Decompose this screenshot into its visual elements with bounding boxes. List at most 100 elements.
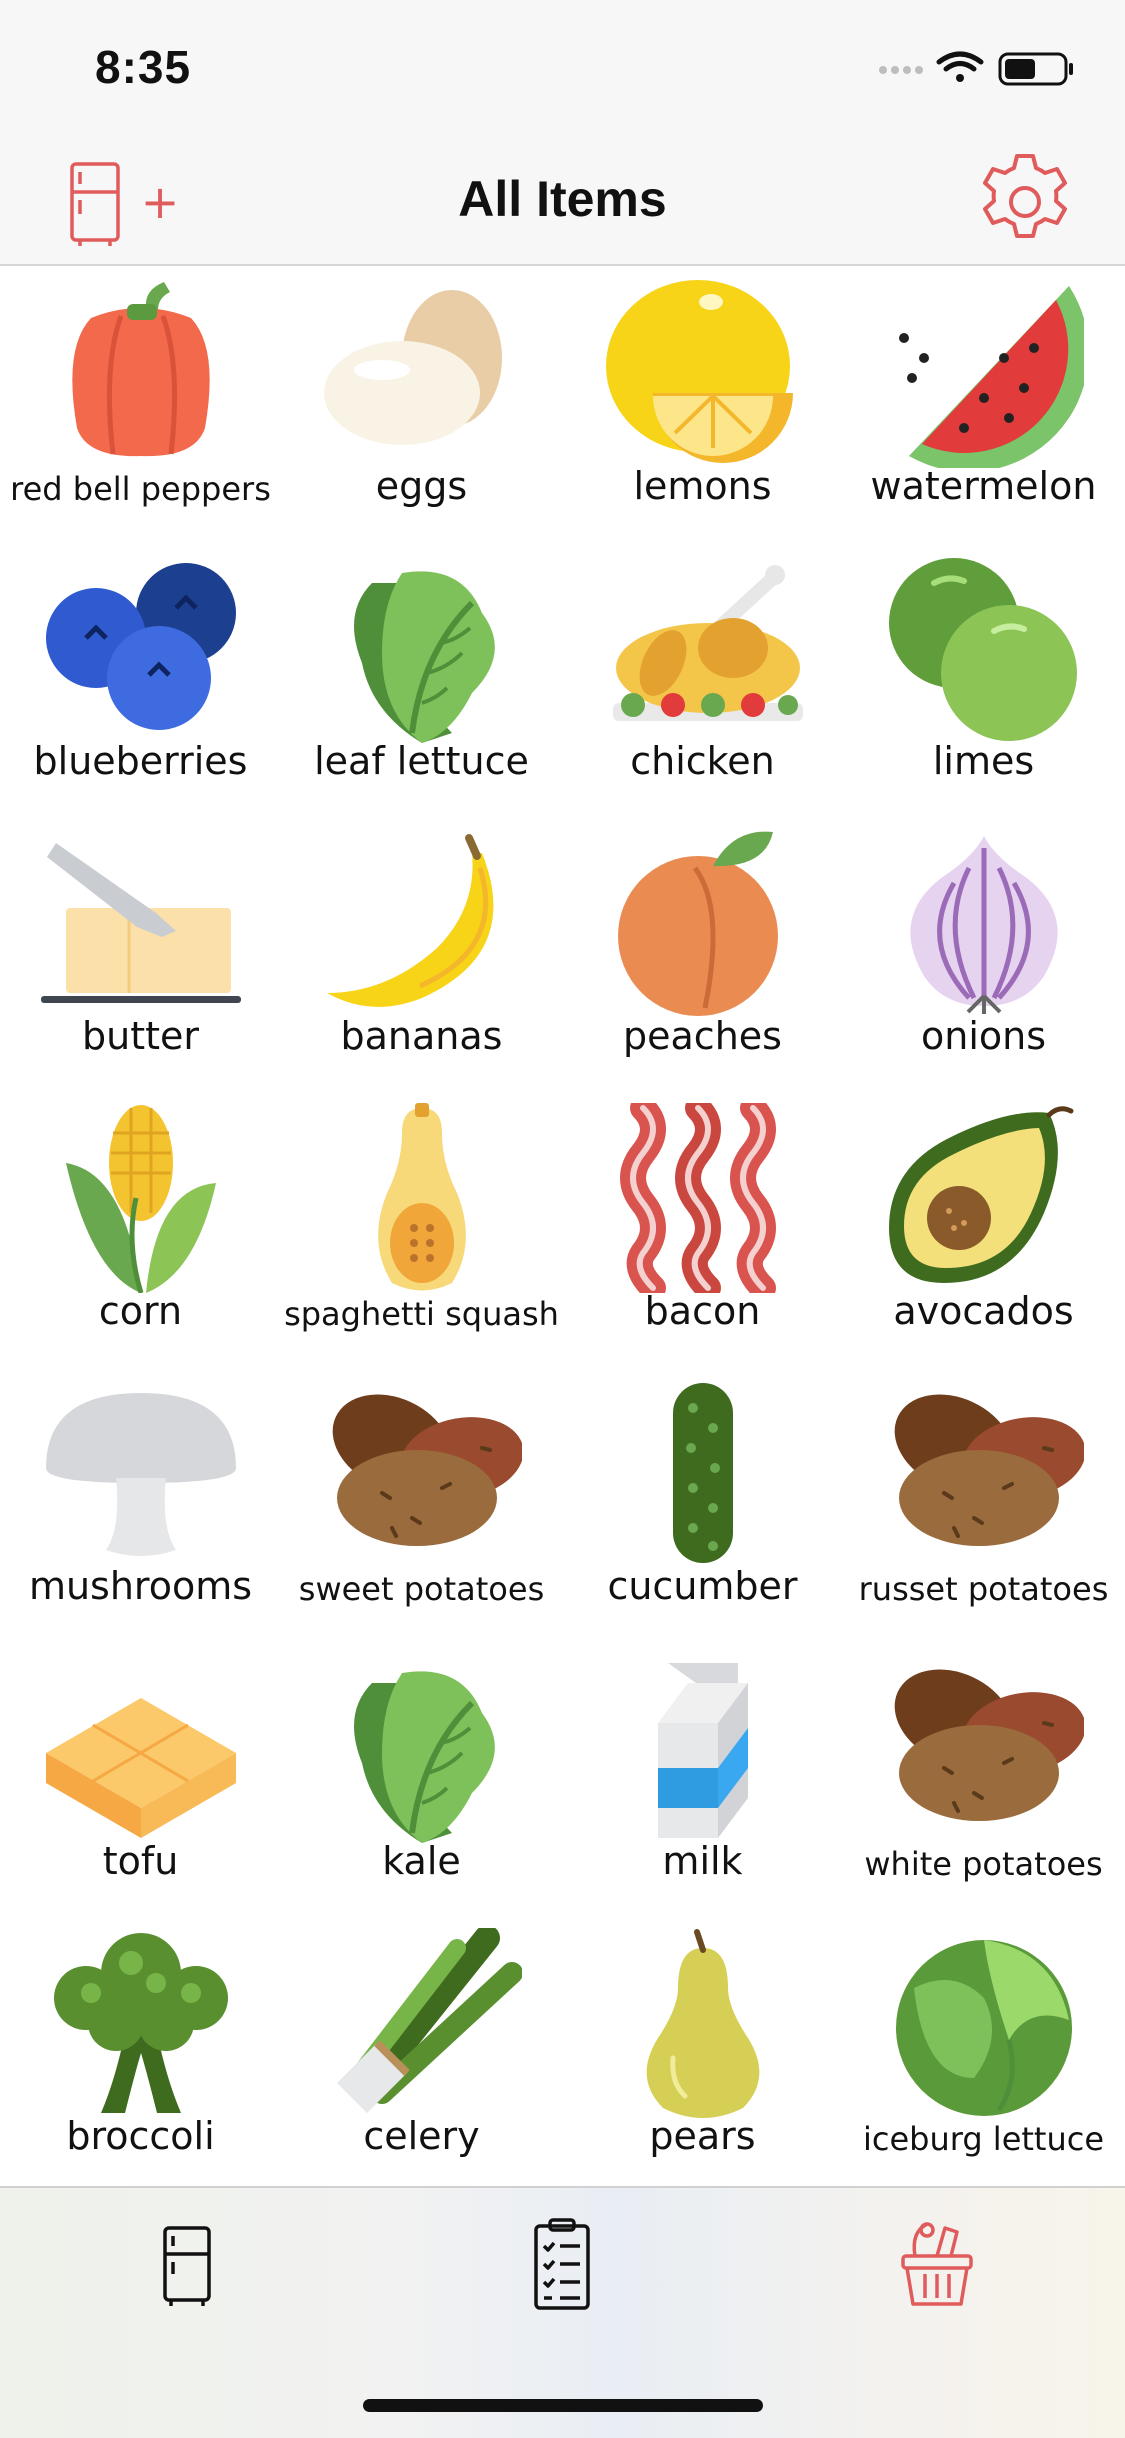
item-label: iceburg lettuce (862, 2120, 1105, 2158)
blueberries-icon (45, 563, 236, 730)
item-label: sweet potatoes (298, 1570, 545, 1608)
item-eggs[interactable]: eggs (281, 266, 562, 541)
item-peaches[interactable]: peaches (562, 816, 843, 1091)
tab-grocery-list[interactable] (502, 2208, 622, 2328)
item-russet-potatoes[interactable]: russet potatoes (843, 1366, 1124, 1641)
item-sweet-potatoes[interactable]: sweet potatoes (281, 1366, 562, 1641)
item-label: onions (920, 1014, 1047, 1058)
item-label: eggs (375, 464, 468, 508)
tofu-icon (45, 1698, 236, 1838)
item-mushrooms[interactable]: mushrooms (0, 1366, 281, 1641)
item-onions[interactable]: onions (843, 816, 1124, 1091)
corn-icon (65, 1105, 216, 1293)
item-chicken[interactable]: chicken (562, 541, 843, 816)
item-bananas[interactable]: bananas (281, 816, 562, 1091)
item-label: kale (382, 1839, 461, 1883)
item-label: limes (932, 739, 1035, 783)
pear-icon (646, 1929, 759, 2118)
cellular-signal-icon (879, 66, 923, 74)
leaf-lettuce-icon (353, 571, 495, 743)
item-iceburg-lettuce[interactable]: iceburg lettuce (843, 1916, 1124, 2191)
page-title: All Items (458, 171, 667, 227)
item-label: red bell peppers (10, 470, 271, 508)
item-label: lemons (633, 464, 772, 508)
limes-icon (888, 558, 1077, 741)
item-label: tofu (102, 1839, 179, 1883)
item-milk[interactable]: milk (562, 1641, 843, 1916)
watermelon-icon (898, 286, 1084, 468)
item-label: russet potatoes (858, 1570, 1109, 1608)
item-butter[interactable]: butter (0, 816, 281, 1091)
milk-carton-icon (657, 1663, 748, 1838)
items-grid: red bell peppers eggs lemons watermelon (0, 266, 1125, 2186)
item-limes[interactable]: limes (843, 541, 1124, 816)
settings-button[interactable] (973, 150, 1077, 254)
banana-icon (326, 834, 493, 1007)
item-kale[interactable]: kale (281, 1641, 562, 1916)
bacon-icon (619, 1103, 776, 1293)
item-watermelon[interactable]: watermelon (843, 266, 1124, 541)
item-label: celery (363, 2114, 480, 2158)
lemon-icon (605, 280, 793, 463)
chicken-icon (612, 565, 803, 721)
tab-bar (0, 2186, 1125, 2438)
white-potatoes-icon (894, 1669, 1084, 1821)
item-tofu[interactable]: tofu (0, 1641, 281, 1916)
butter-icon (40, 843, 241, 1003)
item-pears[interactable]: pears (562, 1916, 843, 2191)
item-leaf-lettuce[interactable]: leaf lettuce (281, 541, 562, 816)
item-lemons[interactable]: lemons (562, 266, 843, 541)
item-cucumber[interactable]: cucumber (562, 1366, 843, 1641)
wifi-icon (936, 51, 984, 82)
item-label: blueberries (33, 739, 248, 783)
item-label: cucumber (607, 1564, 798, 1608)
item-label: watermelon (870, 464, 1097, 508)
squash-icon (377, 1103, 466, 1291)
nav-bar: + All Items (0, 140, 1125, 266)
item-label: butter (81, 1014, 199, 1058)
bell-pepper-icon (71, 282, 210, 457)
peach-icon (617, 831, 778, 1016)
kale-icon (353, 1671, 495, 1843)
item-label: milk (662, 1839, 743, 1883)
item-avocados[interactable]: avocados (843, 1091, 1124, 1366)
item-red-bell-peppers[interactable]: red bell peppers (0, 266, 281, 541)
battery-icon (998, 52, 1073, 86)
item-label: leaf lettuce (314, 739, 529, 783)
item-label: corn (98, 1289, 183, 1333)
cucumber-icon (672, 1383, 733, 1563)
item-label: chicken (630, 739, 775, 783)
item-white-potatoes[interactable]: white potatoes (843, 1641, 1124, 1916)
mushroom-icon (45, 1393, 236, 1556)
item-label: bacon (644, 1289, 761, 1333)
item-label: bananas (340, 1014, 503, 1058)
item-broccoli[interactable]: broccoli (0, 1916, 281, 2191)
sweet-potatoes-icon (332, 1394, 522, 1546)
status-bar: 8:35 (0, 0, 1125, 140)
item-label: spaghetti squash (284, 1295, 559, 1333)
item-label: avocados (893, 1289, 1074, 1333)
checklist-icon (534, 2218, 590, 2310)
item-label: peaches (623, 1014, 782, 1058)
tab-fridge[interactable] (127, 2208, 247, 2328)
item-corn[interactable]: corn (0, 1091, 281, 1366)
gear-icon (983, 154, 1067, 238)
status-icons (879, 51, 1073, 86)
eggs-icon (323, 290, 502, 445)
broccoli-icon (53, 1933, 228, 2113)
russet-potatoes-icon (894, 1394, 1084, 1546)
fridge-icon (163, 2226, 211, 2306)
item-bacon[interactable]: bacon (562, 1091, 843, 1366)
item-label: broccoli (66, 2114, 215, 2158)
tab-all-items[interactable] (877, 2208, 997, 2328)
item-label: mushrooms (28, 1564, 253, 1608)
item-blueberries[interactable]: blueberries (0, 541, 281, 816)
basket-icon (901, 2222, 973, 2306)
avocado-icon (888, 1106, 1073, 1283)
item-label: pears (649, 2114, 756, 2158)
home-indicator (363, 2399, 763, 2412)
onion-icon (909, 836, 1058, 1014)
item-spaghetti-squash[interactable]: spaghetti squash (281, 1091, 562, 1366)
item-label: white potatoes (864, 1845, 1103, 1883)
item-celery[interactable]: celery (281, 1916, 562, 2191)
